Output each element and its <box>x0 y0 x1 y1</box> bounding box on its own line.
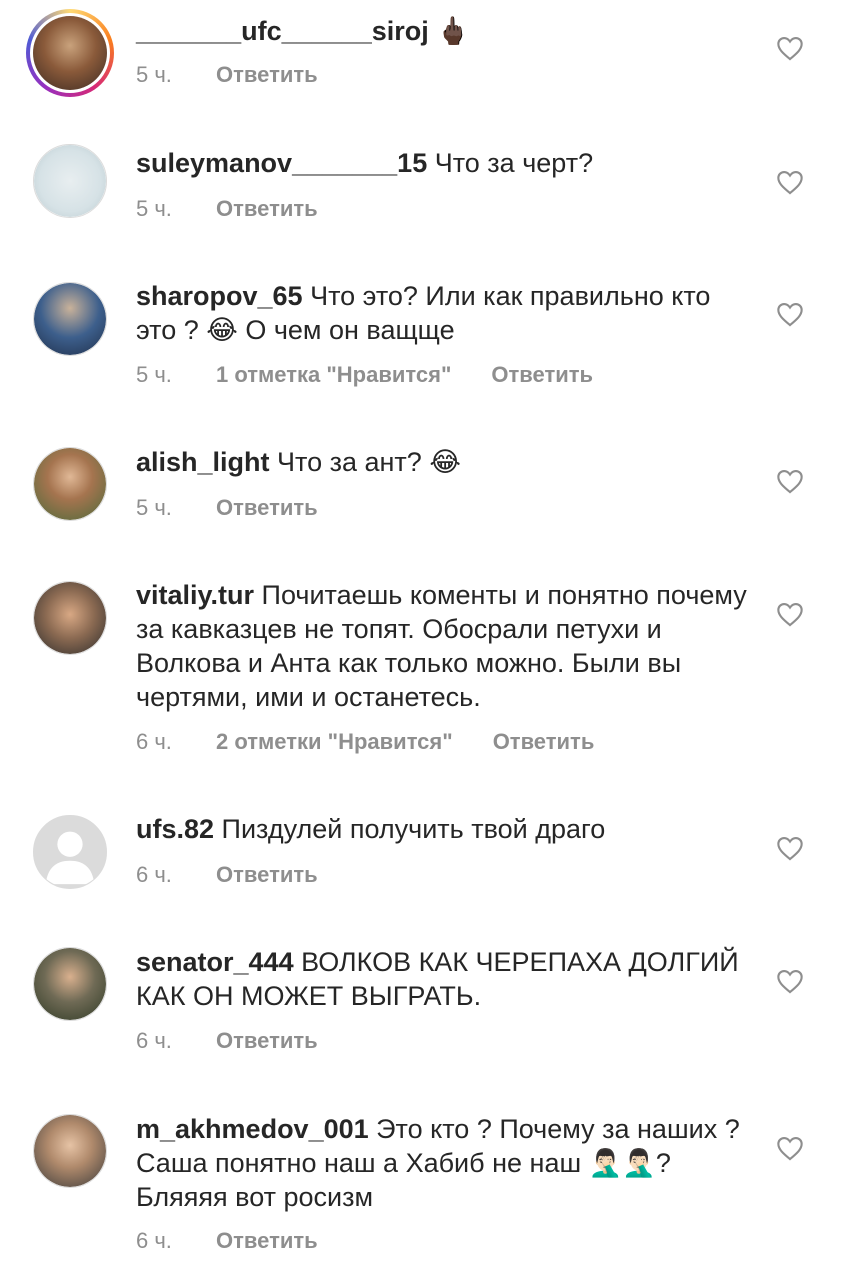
comment-meta: 6 ч. Ответить <box>136 1228 318 1254</box>
comment-time: 5 ч. <box>136 196 172 221</box>
comment-body: sharopov_65 Что это? Или как правильно к… <box>136 279 756 347</box>
avatar-inner <box>30 13 110 93</box>
comment-body: alish_light Что за ант? 😂 <box>136 445 756 479</box>
like-heart-icon[interactable] <box>776 169 804 195</box>
avatar[interactable] <box>33 282 107 356</box>
comment-username[interactable]: alish_light <box>136 447 270 477</box>
comment-username[interactable]: sharopov_65 <box>136 281 303 311</box>
like-heart-icon[interactable] <box>776 968 804 994</box>
avatar-image <box>34 582 106 654</box>
avatar[interactable] <box>33 947 107 1021</box>
comment-meta: 5 ч. 1 отметка "Нравится" Ответить <box>136 362 593 388</box>
comment-username[interactable]: ufs.82 <box>136 814 214 844</box>
avatar-image <box>34 948 106 1020</box>
comment-emoji: 🖕🏿 <box>436 16 470 46</box>
avatar[interactable] <box>33 144 107 218</box>
avatar-image <box>34 145 106 217</box>
avatar[interactable] <box>33 1114 107 1188</box>
avatar[interactable] <box>33 815 107 889</box>
reply-button[interactable]: Ответить <box>216 1028 318 1054</box>
comment-time: 5 ч. <box>136 495 172 520</box>
avatar-image <box>34 283 106 355</box>
comment-body: _______ufc______siroj 🖕🏿 <box>136 14 756 48</box>
avatar-image <box>34 1115 106 1187</box>
comment-body: suleymanov_______15 Что за черт? <box>136 146 756 180</box>
like-heart-icon[interactable] <box>776 1135 804 1161</box>
default-user-icon <box>34 816 106 888</box>
reply-button[interactable]: Ответить <box>491 362 593 388</box>
comment-time: 6 ч. <box>136 1028 172 1053</box>
comment-meta: 6 ч. 2 отметки "Нравится" Ответить <box>136 729 594 755</box>
comment-username[interactable]: m_akhmedov_001 <box>136 1114 369 1144</box>
likes-count[interactable]: 2 отметки "Нравится" <box>216 729 453 755</box>
like-heart-icon[interactable] <box>776 301 804 327</box>
reply-button[interactable]: Ответить <box>216 495 318 521</box>
comment-username[interactable]: senator_444 <box>136 947 294 977</box>
comment-meta: 6 ч. Ответить <box>136 1028 318 1054</box>
reply-button[interactable]: Ответить <box>216 1228 318 1254</box>
comment-meta: 5 ч. Ответить <box>136 495 318 521</box>
reply-button[interactable]: Ответить <box>216 62 318 88</box>
comment-meta: 6 ч. Ответить <box>136 862 318 888</box>
avatar-image <box>34 448 106 520</box>
avatar[interactable] <box>33 447 107 521</box>
comment-body: ufs.82 Пиздулей получить твой драго <box>136 812 756 846</box>
comment-username[interactable]: vitaliy.tur <box>136 580 254 610</box>
comment-time: 6 ч. <box>136 1228 172 1253</box>
comment-username[interactable]: suleymanov_______15 <box>136 148 427 178</box>
avatar[interactable] <box>33 581 107 655</box>
comment-meta: 5 ч. Ответить <box>136 62 318 88</box>
comment-meta: 5 ч. Ответить <box>136 196 318 222</box>
comments-list: _______ufc______siroj 🖕🏿 5 ч. Ответить su… <box>0 0 845 1280</box>
like-heart-icon[interactable] <box>776 835 804 861</box>
like-heart-icon[interactable] <box>776 468 804 494</box>
like-heart-icon[interactable] <box>776 35 804 61</box>
comment-time: 5 ч. <box>136 62 172 87</box>
reply-button[interactable]: Ответить <box>493 729 595 755</box>
likes-count[interactable]: 1 отметка "Нравится" <box>216 362 451 388</box>
comment-time: 6 ч. <box>136 862 172 887</box>
avatar[interactable] <box>26 9 114 97</box>
comment-time: 6 ч. <box>136 729 172 754</box>
comment-body: vitaliy.tur Почитаешь коменты и понятно … <box>136 578 756 714</box>
reply-button[interactable]: Ответить <box>216 862 318 888</box>
comment-username[interactable]: _______ufc______siroj <box>136 16 429 46</box>
comment-time: 5 ч. <box>136 362 172 387</box>
comment-text: Что за черт? <box>427 148 594 178</box>
avatar-image <box>33 16 107 90</box>
like-heart-icon[interactable] <box>776 601 804 627</box>
comment-text: Что за ант? 😂 <box>269 447 461 477</box>
comment-body: m_akhmedov_001 Это кто ? Почему за наших… <box>136 1112 756 1214</box>
reply-button[interactable]: Ответить <box>216 196 318 222</box>
comment-body: senator_444 ВОЛКОВ КАК ЧЕРЕПАХА ДОЛГИЙ К… <box>136 945 756 1013</box>
comment-text: Пиздулей получить твой драго <box>214 814 606 844</box>
